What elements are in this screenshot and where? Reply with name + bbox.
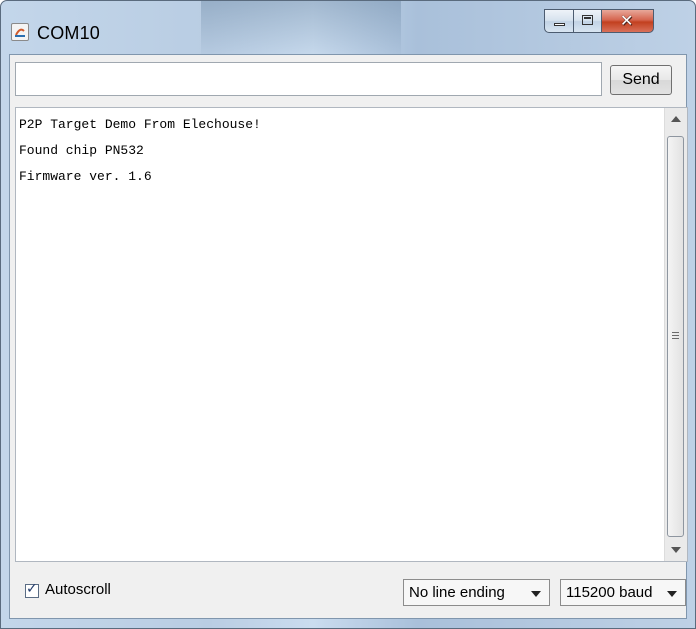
- send-input[interactable]: [15, 62, 602, 96]
- scroll-up-icon[interactable]: [671, 116, 681, 122]
- close-button[interactable]: ✕: [602, 9, 654, 33]
- client-area: Send P2P Target Demo From Elechouse! Fou…: [9, 54, 688, 619]
- baud-rate-dropdown[interactable]: 115200 baud: [560, 579, 686, 606]
- close-icon: ✕: [620, 11, 634, 30]
- autoscroll-label: Autoscroll: [45, 581, 111, 598]
- maximize-button[interactable]: [574, 9, 602, 33]
- serial-output[interactable]: P2P Target Demo From Elechouse! Found ch…: [15, 107, 688, 562]
- line-ending-value: No line ending: [409, 584, 505, 601]
- output-text: P2P Target Demo From Elechouse! Found ch…: [19, 112, 661, 561]
- output-line: P2P Target Demo From Elechouse!: [19, 117, 261, 132]
- checkmark-icon: ✓: [26, 581, 38, 597]
- scrollbar-thumb[interactable]: [667, 136, 684, 537]
- minimize-icon: [554, 23, 565, 26]
- autoscroll-checkbox[interactable]: ✓: [25, 581, 39, 598]
- title-bar[interactable]: COM10 ✕: [1, 1, 695, 53]
- scroll-down-icon[interactable]: [671, 547, 681, 553]
- dropdown-caret-icon: [667, 591, 677, 597]
- maximize-icon: [582, 15, 593, 25]
- serial-monitor-window: COM10 ✕ Send P2P Target Demo From Elecho…: [0, 0, 696, 629]
- grip-line: [672, 332, 679, 333]
- send-button[interactable]: Send: [610, 65, 672, 95]
- minimize-button[interactable]: [544, 9, 574, 33]
- output-line: Found chip PN532: [19, 143, 144, 158]
- arduino-app-icon: [11, 23, 29, 41]
- vertical-scrollbar[interactable]: [664, 108, 687, 561]
- output-line: Firmware ver. 1.6: [19, 169, 152, 184]
- line-ending-dropdown[interactable]: No line ending: [403, 579, 550, 606]
- dropdown-caret-icon: [531, 591, 541, 597]
- grip-line: [672, 338, 679, 339]
- grip-line: [672, 335, 679, 336]
- bottom-bar: ✓ Autoscroll No line ending 115200 baud: [10, 567, 686, 617]
- baud-rate-value: 115200 baud: [566, 584, 653, 601]
- window-title: COM10: [37, 23, 101, 43]
